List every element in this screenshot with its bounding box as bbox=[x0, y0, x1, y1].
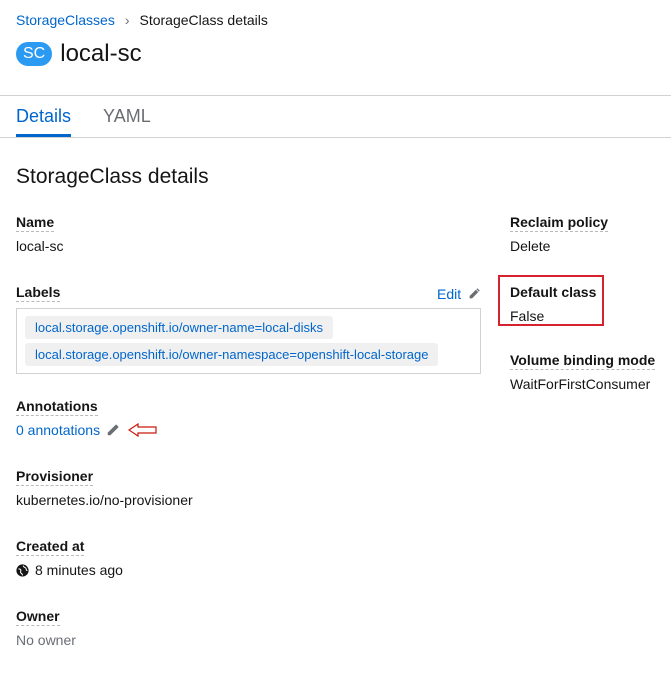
label-chip[interactable]: local.storage.openshift.io/owner-namespa… bbox=[25, 343, 439, 366]
highlight-annotation-box bbox=[498, 275, 604, 326]
tab-yaml[interactable]: YAML bbox=[103, 96, 151, 136]
details-left-column: Name local-sc Labels Edit local.storage.… bbox=[16, 214, 481, 678]
created-value: 8 minutes ago bbox=[35, 562, 123, 578]
created-value-row: 8 minutes ago bbox=[16, 562, 481, 578]
page-title: local-sc bbox=[60, 40, 142, 67]
labels-list: local.storage.openshift.io/owner-name=lo… bbox=[16, 308, 481, 374]
owner-label: Owner bbox=[16, 608, 60, 626]
label-chip[interactable]: local.storage.openshift.io/owner-name=lo… bbox=[25, 316, 333, 339]
breadcrumb: StorageClasses › StorageClass details bbox=[16, 12, 268, 28]
binding-mode-group: Volume binding mode WaitForFirstConsumer bbox=[510, 352, 660, 392]
annotations-group: Annotations 0 annotations bbox=[16, 398, 481, 438]
annotations-link[interactable]: 0 annotations bbox=[16, 422, 100, 438]
binding-mode-label: Volume binding mode bbox=[510, 352, 656, 370]
globe-icon bbox=[16, 564, 29, 577]
edit-labels-label: Edit bbox=[436, 286, 462, 302]
provisioner-group: Provisioner kubernetes.io/no-provisioner bbox=[16, 468, 481, 508]
breadcrumb-current: StorageClass details bbox=[139, 12, 268, 28]
reclaim-policy-label: Reclaim policy bbox=[510, 214, 609, 232]
name-label: Name bbox=[16, 214, 55, 232]
name-group: Name local-sc bbox=[16, 214, 481, 254]
page-header: SC local-sc bbox=[16, 40, 142, 68]
created-label: Created at bbox=[16, 538, 85, 556]
name-value: local-sc bbox=[16, 238, 64, 254]
provisioner-label: Provisioner bbox=[16, 468, 94, 486]
section-title: StorageClass details bbox=[16, 165, 209, 188]
created-group: Created at 8 minutes ago bbox=[16, 538, 481, 578]
tab-bar: Details YAML bbox=[16, 96, 183, 137]
reclaim-policy-value: Delete bbox=[510, 238, 551, 254]
tab-details[interactable]: Details bbox=[16, 96, 72, 137]
labels-label: Labels bbox=[16, 284, 61, 302]
pencil-icon[interactable] bbox=[106, 423, 120, 437]
resource-badge: SC bbox=[16, 42, 53, 66]
divider bbox=[0, 137, 671, 138]
labels-group: Labels Edit local.storage.openshift.io/o… bbox=[16, 284, 481, 374]
owner-value: No owner bbox=[16, 632, 76, 648]
arrow-left-icon bbox=[128, 423, 157, 437]
binding-mode-value: WaitForFirstConsumer bbox=[510, 376, 651, 392]
edit-labels-button[interactable]: Edit bbox=[437, 286, 481, 302]
breadcrumb-separator-icon: › bbox=[124, 12, 130, 28]
provisioner-value: kubernetes.io/no-provisioner bbox=[16, 492, 193, 508]
annotations-row: 0 annotations bbox=[16, 422, 481, 438]
owner-group: Owner No owner bbox=[16, 608, 481, 648]
annotations-label: Annotations bbox=[16, 398, 98, 416]
reclaim-policy-group: Reclaim policy Delete bbox=[510, 214, 660, 254]
pencil-icon bbox=[469, 288, 480, 299]
breadcrumb-storageclasses-link[interactable]: StorageClasses bbox=[16, 12, 115, 28]
labels-header: Labels Edit bbox=[16, 284, 481, 302]
